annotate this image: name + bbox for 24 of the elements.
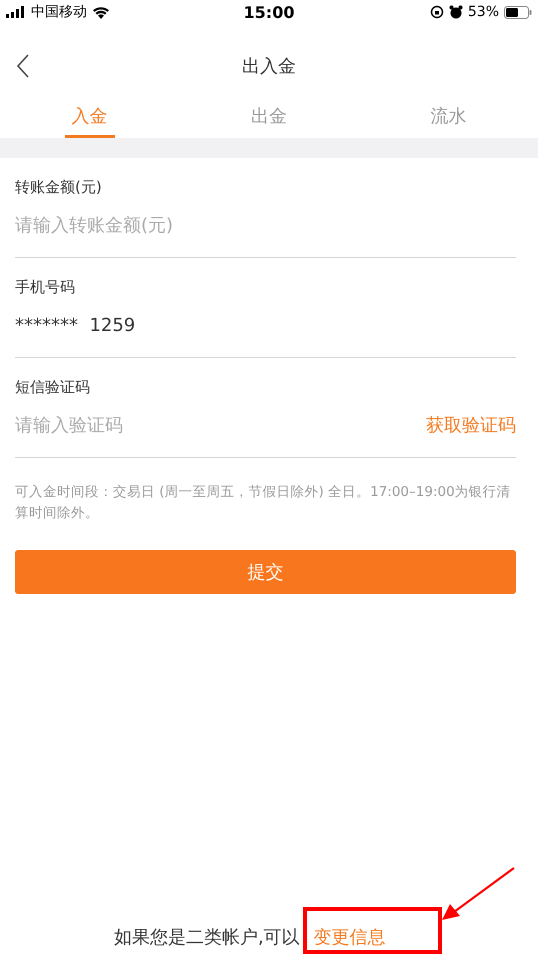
submit-button[interactable]: 提交	[15, 550, 516, 594]
get-code-button[interactable]: 获取验证码	[426, 413, 516, 437]
back-icon[interactable]	[16, 54, 30, 78]
tab[interactable]: 出金	[179, 94, 359, 138]
deposit-time-note: 可入金时间段：交易日 (周一至周五，节假日除外) 全日。17:00–19:00为银行清算时间除外。	[15, 483, 512, 523]
change-info-link[interactable]: 变更信息	[314, 927, 386, 948]
field-label: 短信验证码	[15, 378, 91, 397]
page-title: 出入金	[242, 55, 296, 78]
input-field[interactable]: 请输入转账金额(元)	[15, 214, 516, 236]
input-field[interactable]: ******* 1259	[15, 314, 516, 336]
carrier-name: 中国移动	[31, 3, 87, 21]
input-field[interactable]: 请输入验证码	[15, 414, 426, 436]
signal-icon	[6, 6, 26, 18]
field-label: 手机号码	[15, 278, 76, 297]
rotation-lock-icon	[430, 5, 444, 19]
tab[interactable]: 入金	[0, 94, 180, 138]
tab[interactable]: 流水	[358, 94, 538, 138]
alarm-icon	[448, 5, 463, 19]
wifi-icon	[92, 6, 110, 18]
footer-text: 如果您是二类帐户,可以 变更信息	[114, 926, 386, 949]
field-label: 转账金额(元)	[15, 178, 103, 197]
battery-icon	[504, 6, 532, 18]
battery-percent: 53%	[468, 4, 499, 20]
status-time: 15:00	[244, 2, 294, 22]
